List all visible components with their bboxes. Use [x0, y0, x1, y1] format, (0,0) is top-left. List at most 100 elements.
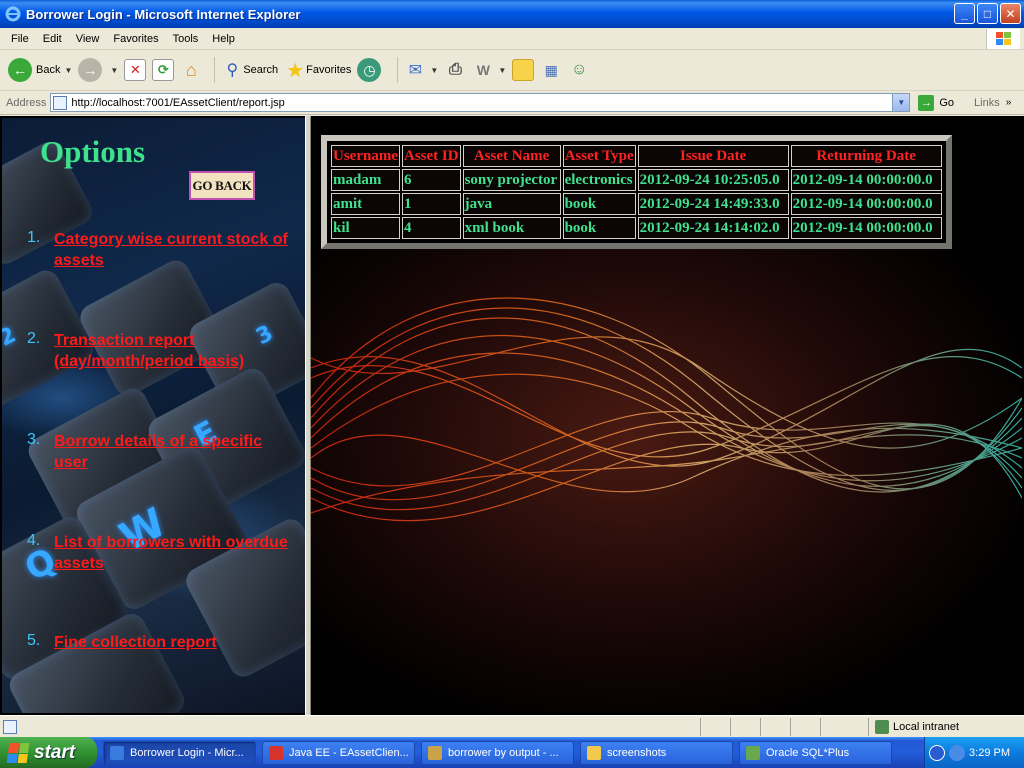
- cell-username: amit: [331, 193, 400, 215]
- close-button[interactable]: ✕: [1000, 3, 1021, 24]
- cell-asset-type: book: [562, 193, 636, 215]
- paint-icon: [428, 745, 442, 760]
- report-frame: Username Asset ID Asset Name Asset Type …: [311, 118, 1022, 713]
- clock[interactable]: 3:29 PM: [969, 747, 1010, 759]
- security-zone[interactable]: Local intranet: [868, 718, 959, 736]
- edit-button[interactable]: W ▼: [472, 59, 507, 81]
- links-toolbar[interactable]: Links: [974, 97, 1000, 109]
- folder-icon: [587, 745, 601, 760]
- page-icon: [53, 95, 68, 110]
- menu-help[interactable]: Help: [205, 33, 242, 45]
- menu-edit[interactable]: Edit: [36, 33, 69, 45]
- title-bar: Borrower Login - Microsoft Internet Expl…: [0, 0, 1024, 28]
- intranet-icon: [875, 720, 889, 734]
- taskbar-item-screenshots[interactable]: screenshots: [580, 740, 733, 765]
- option-link-fine-collection[interactable]: Fine collection report: [54, 632, 294, 653]
- option-number: 5.: [27, 632, 41, 649]
- search-label: Search: [243, 64, 279, 76]
- ie-icon: [5, 6, 21, 22]
- mail-button[interactable]: ✉ ▼: [404, 59, 439, 81]
- search-button[interactable]: ⚲ Search: [221, 59, 278, 81]
- column-header-username: Username: [331, 145, 400, 167]
- toolbar: ← Back ▼ → ▼ ✕ ⟳ ⌂ ⚲ Search ★ Favorites …: [0, 50, 1024, 91]
- refresh-icon: ⟳: [152, 59, 175, 81]
- option-item: 2. Transaction report (day/month/period …: [27, 330, 297, 372]
- cell-asset-type: electronics: [562, 169, 636, 191]
- cell-asset-name: sony projector: [462, 169, 561, 191]
- menu-favorites[interactable]: Favorites: [106, 33, 165, 45]
- favorites-button[interactable]: ★ Favorites: [284, 59, 351, 82]
- back-button[interactable]: ← Back ▼: [8, 58, 72, 82]
- cell-returning-date: 2012-09-14 00:00:00.0: [790, 193, 942, 215]
- print-button[interactable]: ⎙: [444, 59, 466, 81]
- back-label: Back: [36, 64, 61, 76]
- status-bar: Local intranet: [0, 715, 1024, 737]
- ie-icon: [110, 745, 124, 760]
- option-number: 2.: [27, 330, 41, 347]
- forward-dropdown-icon[interactable]: ▼: [110, 66, 118, 75]
- report-table: Username Asset ID Asset Name Asset Type …: [329, 143, 944, 241]
- taskbar-item-borrower-login[interactable]: Borrower Login - Micr...: [103, 740, 256, 765]
- network-icon[interactable]: [949, 744, 965, 761]
- option-item: 4. List of borrowers with overdue assets: [27, 532, 297, 574]
- option-link-overdue-borrowers[interactable]: List of borrowers with overdue assets: [54, 532, 294, 574]
- toolbar-divider: [397, 57, 399, 83]
- minimize-button[interactable]: _: [954, 3, 975, 24]
- mail-dropdown-icon[interactable]: ▼: [430, 66, 438, 75]
- edit-icon: W: [476, 62, 490, 78]
- taskbar-item-java-ee[interactable]: Java EE - EAssetClien...: [262, 740, 415, 765]
- option-link-transaction-report[interactable]: Transaction report (day/month/period bas…: [54, 330, 294, 372]
- home-button[interactable]: ⌂: [180, 59, 202, 81]
- status-panel: [760, 718, 790, 736]
- menu-view[interactable]: View: [69, 33, 107, 45]
- go-button[interactable]: → Go: [918, 94, 955, 111]
- search-icon: ⚲: [226, 62, 239, 79]
- address-url[interactable]: http://localhost:7001/EAssetClient/repor…: [71, 97, 284, 109]
- go-label: Go: [939, 96, 955, 109]
- links-chevron-icon[interactable]: »: [1006, 97, 1012, 108]
- option-item: 3. Borrow details of a specific user: [27, 431, 297, 473]
- menu-file[interactable]: File: [4, 33, 36, 45]
- option-item: 5. Fine collection report: [27, 632, 297, 653]
- research-button[interactable]: ▦: [540, 59, 562, 81]
- tray-expand-icon[interactable]: [929, 744, 945, 761]
- discuss-button[interactable]: [512, 59, 535, 81]
- cell-returning-date: 2012-09-14 00:00:00.0: [790, 169, 942, 191]
- column-header-asset-name: Asset Name: [462, 145, 561, 167]
- zone-label: Local intranet: [893, 721, 960, 733]
- option-link-category-stock[interactable]: Category wise current stock of assets: [54, 229, 294, 271]
- option-item: 1. Category wise current stock of assets: [27, 229, 297, 271]
- back-dropdown-icon[interactable]: ▼: [64, 66, 72, 75]
- address-input[interactable]: http://localhost:7001/EAssetClient/repor…: [50, 93, 911, 112]
- taskbar-item-label: screenshots: [607, 746, 667, 759]
- address-dropdown-icon[interactable]: ▼: [892, 94, 910, 111]
- forward-button[interactable]: → ▼: [78, 58, 118, 82]
- history-icon: ◷: [357, 58, 382, 82]
- note-icon: [512, 59, 535, 81]
- menu-tools[interactable]: Tools: [166, 33, 206, 45]
- refresh-button[interactable]: ⟳: [152, 59, 175, 81]
- option-link-borrow-details[interactable]: Borrow details of a specific user: [54, 431, 294, 473]
- go-back-button[interactable]: GO BACK: [189, 171, 255, 200]
- windows-logo-icon: [986, 29, 1020, 49]
- messenger-button[interactable]: ☺: [568, 59, 590, 81]
- print-icon: ⎙: [448, 61, 462, 78]
- favorites-star-icon: ★: [286, 59, 305, 82]
- sqlplus-icon: [746, 745, 760, 760]
- cell-asset-name: xml book: [462, 217, 561, 239]
- start-button[interactable]: start: [0, 737, 97, 768]
- windows-flag-icon: [6, 742, 30, 763]
- column-header-asset-type: Asset Type: [562, 145, 636, 167]
- cell-asset-id: 1: [401, 193, 461, 215]
- edit-dropdown-icon[interactable]: ▼: [498, 66, 506, 75]
- history-button[interactable]: ◷: [357, 58, 385, 82]
- cell-issue-date: 2012-09-24 10:25:05.0: [637, 169, 789, 191]
- home-icon: ⌂: [185, 59, 197, 80]
- status-panels: [700, 718, 850, 736]
- page-content: 2 3 E W Q Options GO BACK 1. Category wi…: [0, 116, 1024, 715]
- taskbar-item-borrower-output[interactable]: borrower by output - ...: [421, 740, 574, 765]
- stop-button[interactable]: ✕: [124, 59, 147, 81]
- taskbar-item-sqlplus[interactable]: Oracle SQL*Plus: [739, 740, 892, 765]
- maximize-button[interactable]: □: [977, 3, 998, 24]
- cell-returning-date: 2012-09-14 00:00:00.0: [790, 217, 942, 239]
